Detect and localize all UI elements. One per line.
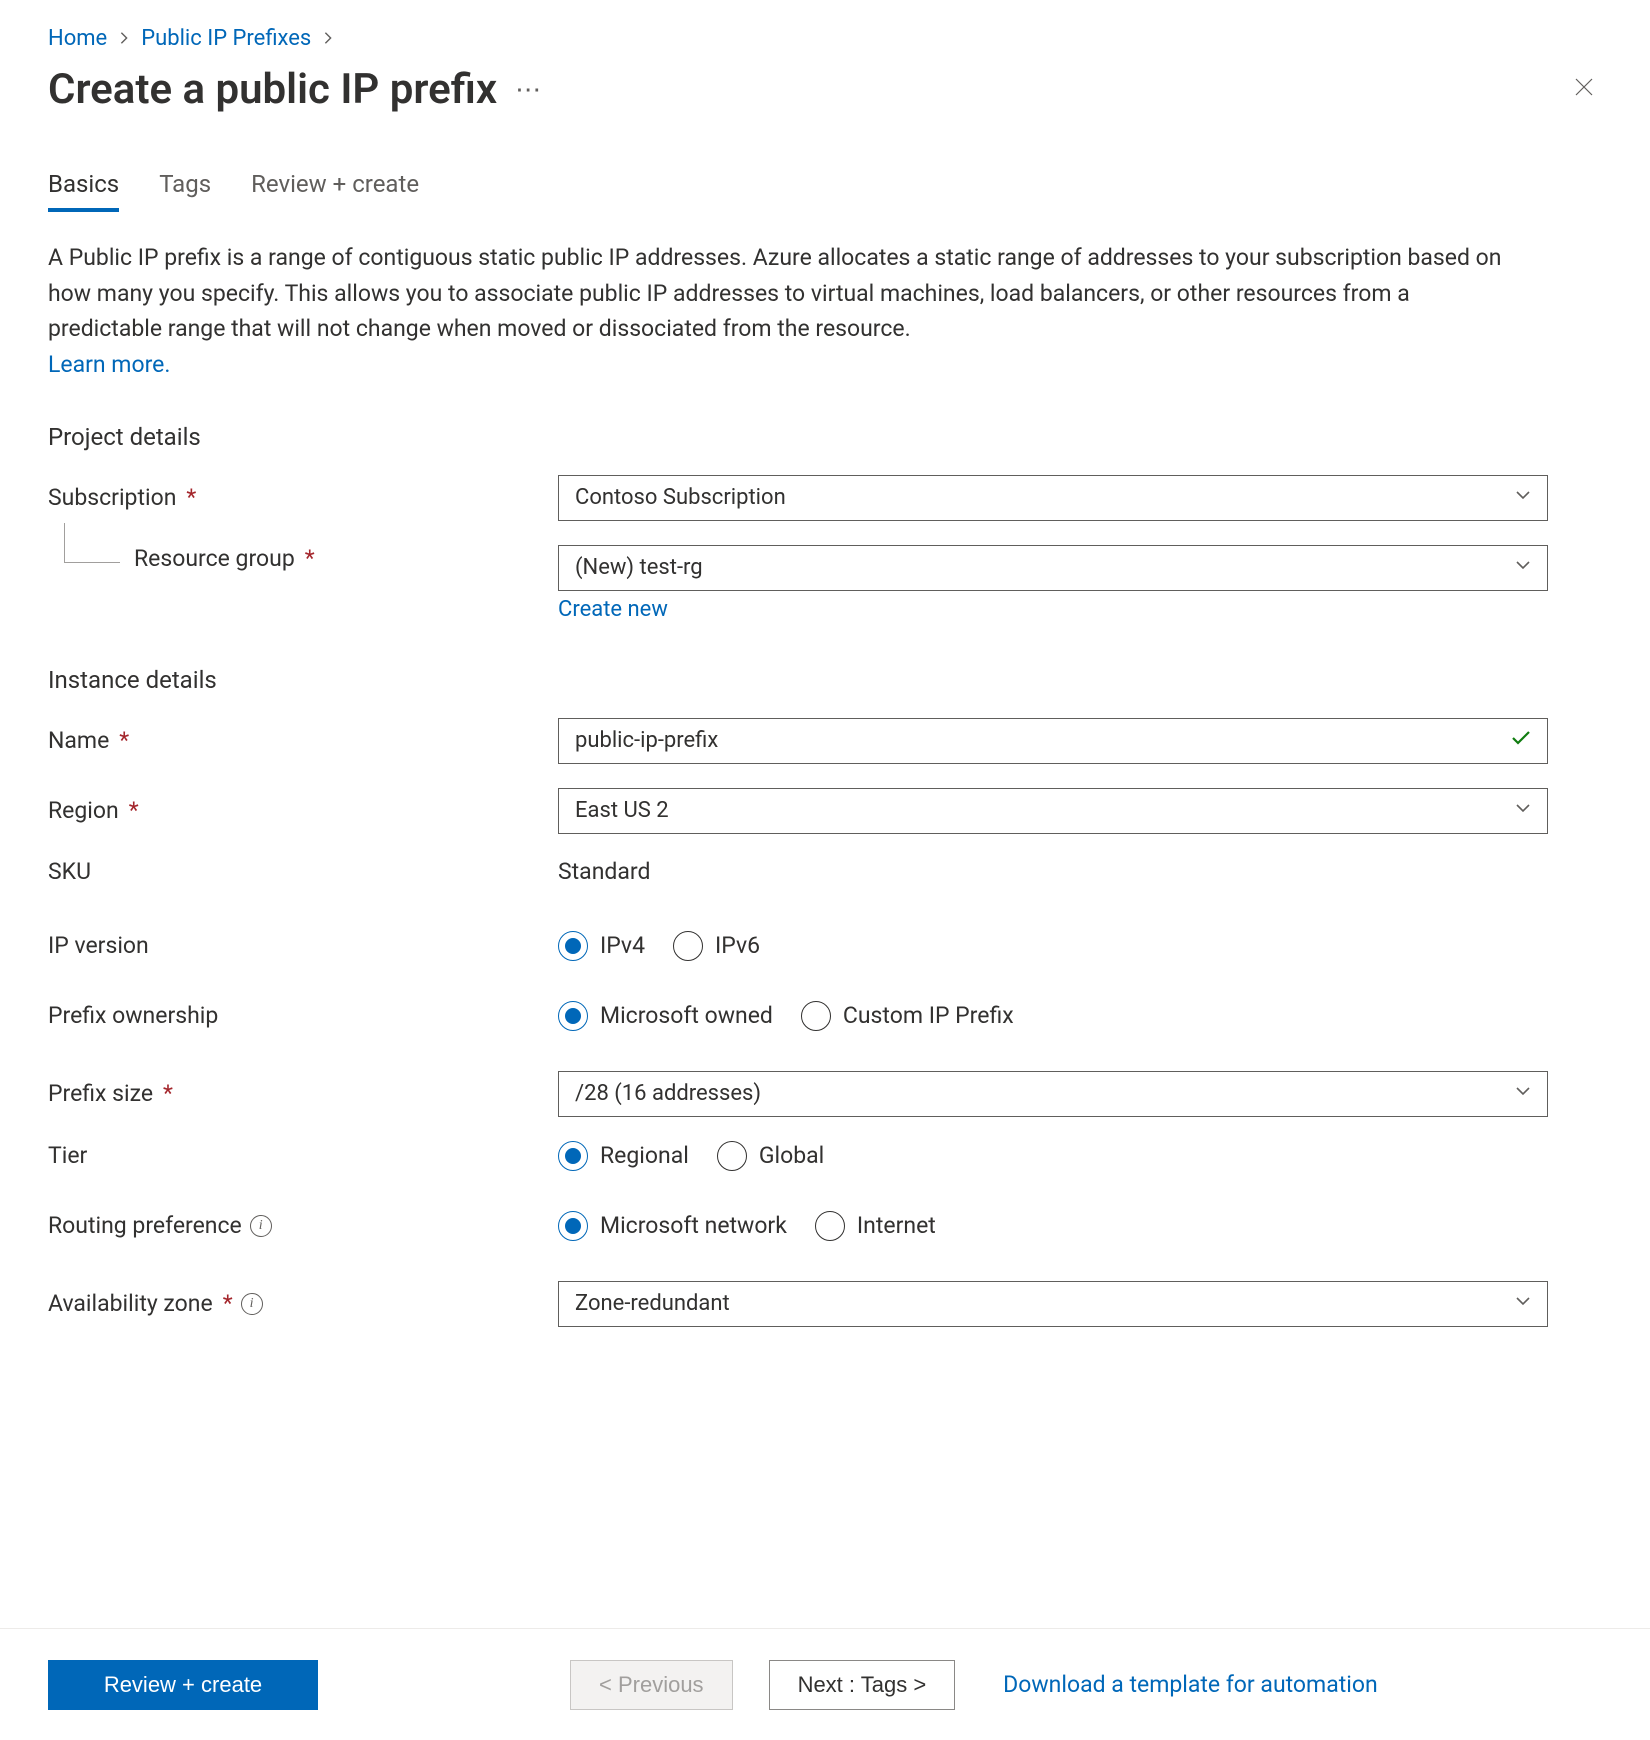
breadcrumb-home[interactable]: Home [48, 26, 107, 51]
prefix-size-select[interactable]: /28 (16 addresses) [558, 1071, 1548, 1117]
breadcrumb: Home Public IP Prefixes [48, 26, 1602, 51]
tier-radio-group: Regional Global [558, 1141, 1548, 1171]
chevron-down-icon [1513, 798, 1533, 824]
sku-value: Standard [558, 858, 650, 885]
routing-preference-label: Routing preference [48, 1212, 242, 1239]
prefix-ownership-microsoft-radio[interactable]: Microsoft owned [558, 1001, 773, 1031]
name-label: Name [48, 727, 109, 754]
ip-version-radio-group: IPv4 IPv6 [558, 931, 1548, 961]
routing-internet-radio[interactable]: Internet [815, 1211, 936, 1241]
region-label: Region [48, 797, 119, 824]
ip-version-label: IP version [48, 932, 149, 959]
availability-zone-select[interactable]: Zone-redundant [558, 1281, 1548, 1327]
tab-basics[interactable]: Basics [48, 170, 119, 212]
prefix-ownership-label: Prefix ownership [48, 1002, 218, 1029]
prefix-ownership-custom-radio[interactable]: Custom IP Prefix [801, 1001, 1014, 1031]
info-icon[interactable]: i [241, 1293, 263, 1315]
ip-version-ipv6-radio[interactable]: IPv6 [673, 931, 760, 961]
chevron-down-icon [1513, 485, 1533, 511]
close-button[interactable] [1566, 69, 1602, 111]
required-indicator: * [223, 1290, 233, 1317]
subscription-select[interactable]: Contoso Subscription [558, 475, 1548, 521]
learn-more-link[interactable]: Learn more. [48, 351, 170, 378]
ip-version-ipv4-radio[interactable]: IPv4 [558, 931, 645, 961]
chevron-down-icon [1513, 1291, 1533, 1317]
page-title: Create a public IP prefix [48, 65, 497, 114]
section-instance-details: Instance details [48, 666, 1602, 694]
valid-check-icon [1509, 726, 1533, 756]
next-button[interactable]: Next : Tags > [769, 1660, 956, 1710]
required-indicator: * [119, 727, 129, 754]
routing-microsoft-network-radio[interactable]: Microsoft network [558, 1211, 787, 1241]
required-indicator: * [305, 545, 315, 572]
routing-preference-radio-group: Microsoft network Internet [558, 1211, 1548, 1241]
more-actions-button[interactable]: ⋯ [515, 77, 543, 103]
breadcrumb-public-ip-prefixes[interactable]: Public IP Prefixes [141, 26, 311, 51]
tree-connector-icon [64, 523, 120, 563]
chevron-down-icon [1513, 555, 1533, 581]
prefix-size-label: Prefix size [48, 1080, 153, 1107]
region-select[interactable]: East US 2 [558, 788, 1548, 834]
chevron-right-icon [321, 26, 335, 51]
tier-label: Tier [48, 1142, 87, 1169]
required-indicator: * [163, 1080, 173, 1107]
resource-group-label: Resource group [134, 545, 295, 572]
tab-bar: Basics Tags Review + create [48, 170, 1602, 212]
resource-group-select[interactable]: (New) test-rg [558, 545, 1548, 591]
prefix-ownership-radio-group: Microsoft owned Custom IP Prefix [558, 1001, 1548, 1031]
review-create-button[interactable]: Review + create [48, 1660, 318, 1710]
info-icon[interactable]: i [250, 1215, 272, 1237]
previous-button: < Previous [570, 1660, 733, 1710]
availability-zone-label: Availability zone [48, 1290, 213, 1317]
download-template-link[interactable]: Download a template for automation [1003, 1671, 1377, 1698]
chevron-down-icon [1513, 1081, 1533, 1107]
required-indicator: * [129, 797, 139, 824]
wizard-footer: Review + create < Previous Next : Tags >… [0, 1628, 1650, 1740]
required-indicator: * [186, 484, 196, 511]
tab-tags[interactable]: Tags [159, 170, 211, 212]
create-new-resource-group-link[interactable]: Create new [558, 597, 668, 622]
description-text: A Public IP prefix is a range of contigu… [48, 240, 1528, 383]
chevron-right-icon [117, 26, 131, 51]
tab-review-create[interactable]: Review + create [251, 170, 419, 212]
sku-label: SKU [48, 858, 91, 885]
tier-regional-radio[interactable]: Regional [558, 1141, 689, 1171]
section-project-details: Project details [48, 423, 1602, 451]
name-input[interactable]: public-ip-prefix [558, 718, 1548, 764]
tier-global-radio[interactable]: Global [717, 1141, 824, 1171]
subscription-label: Subscription [48, 484, 176, 511]
